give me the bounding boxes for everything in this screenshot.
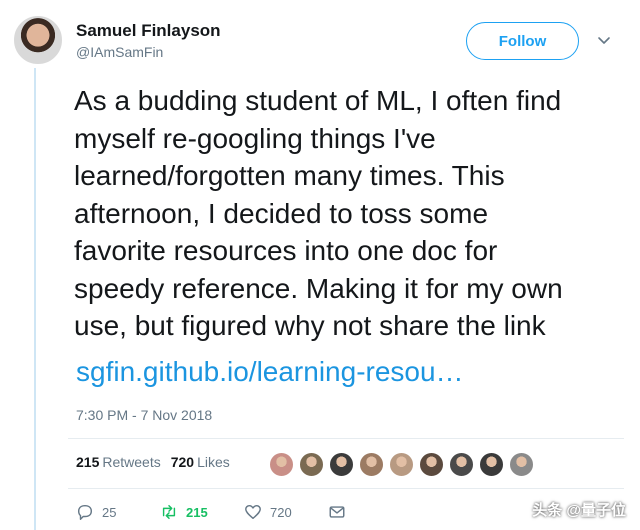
author-name[interactable]: Samuel Finlayson	[76, 21, 221, 41]
tweet-line: speedy reference. Making it for my own	[74, 272, 563, 304]
liker-avatar[interactable]	[478, 451, 505, 478]
author-handle[interactable]: @IAmSamFin	[76, 44, 163, 60]
tweet-text: As a budding student of ML, I often find…	[74, 82, 630, 345]
tweet-link[interactable]: sgfin.github.io/learning-resou…	[76, 356, 464, 388]
liker-avatar[interactable]	[388, 451, 415, 478]
tweet-line: myself re-googling things I've	[74, 122, 436, 154]
tweet-line: learned/forgotten many times. This	[74, 160, 505, 191]
liker-avatar[interactable]	[358, 451, 385, 478]
message-button[interactable]	[328, 503, 346, 521]
like-count: 720	[270, 504, 292, 520]
retweet-count: 215	[186, 504, 208, 520]
liker-avatars	[268, 451, 538, 478]
retweet-button[interactable]: 215	[160, 503, 244, 521]
retweets-stat[interactable]: 215 Retweets	[76, 454, 161, 470]
tweet-line: afternoon, I decided to toss some	[74, 197, 489, 229]
liker-avatar[interactable]	[298, 451, 325, 478]
heart-icon	[245, 504, 261, 520]
retweets-count: 215	[76, 454, 100, 470]
reply-count: 25	[102, 504, 117, 520]
tweet-actions: 25 215 720	[76, 503, 346, 521]
envelope-icon	[329, 506, 345, 518]
retweets-label: Retweets	[102, 454, 161, 470]
tweet-line: As a budding student of ML, I often find	[74, 85, 562, 116]
liker-avatar[interactable]	[508, 451, 535, 478]
thread-line	[34, 68, 36, 530]
liker-avatar[interactable]	[328, 451, 355, 478]
watermark: 头条 @量子位	[532, 502, 626, 519]
reply-button[interactable]: 25	[76, 503, 160, 521]
likes-stat[interactable]: 720 Likes	[171, 454, 230, 470]
tweet-line: favorite resources into one doc for	[74, 235, 498, 266]
avatar[interactable]	[12, 14, 64, 66]
likes-label: Likes	[197, 454, 230, 470]
tweet-timestamp[interactable]: 7:30 PM - 7 Nov 2018	[76, 407, 212, 423]
reply-icon	[77, 504, 93, 520]
follow-button[interactable]: Follow	[466, 22, 579, 60]
chevron-down-icon[interactable]	[597, 34, 611, 48]
divider	[68, 488, 624, 489]
liker-avatar[interactable]	[268, 451, 295, 478]
retweet-icon	[162, 504, 176, 520]
liker-avatar[interactable]	[448, 451, 475, 478]
engagement-stats: 215 Retweets 720 Likes	[76, 454, 230, 470]
likes-count: 720	[170, 454, 195, 470]
tweet-line: use, but figured why not share the link	[74, 310, 546, 341]
liker-avatar[interactable]	[418, 451, 445, 478]
like-button[interactable]: 720	[244, 503, 328, 521]
divider	[68, 438, 624, 439]
